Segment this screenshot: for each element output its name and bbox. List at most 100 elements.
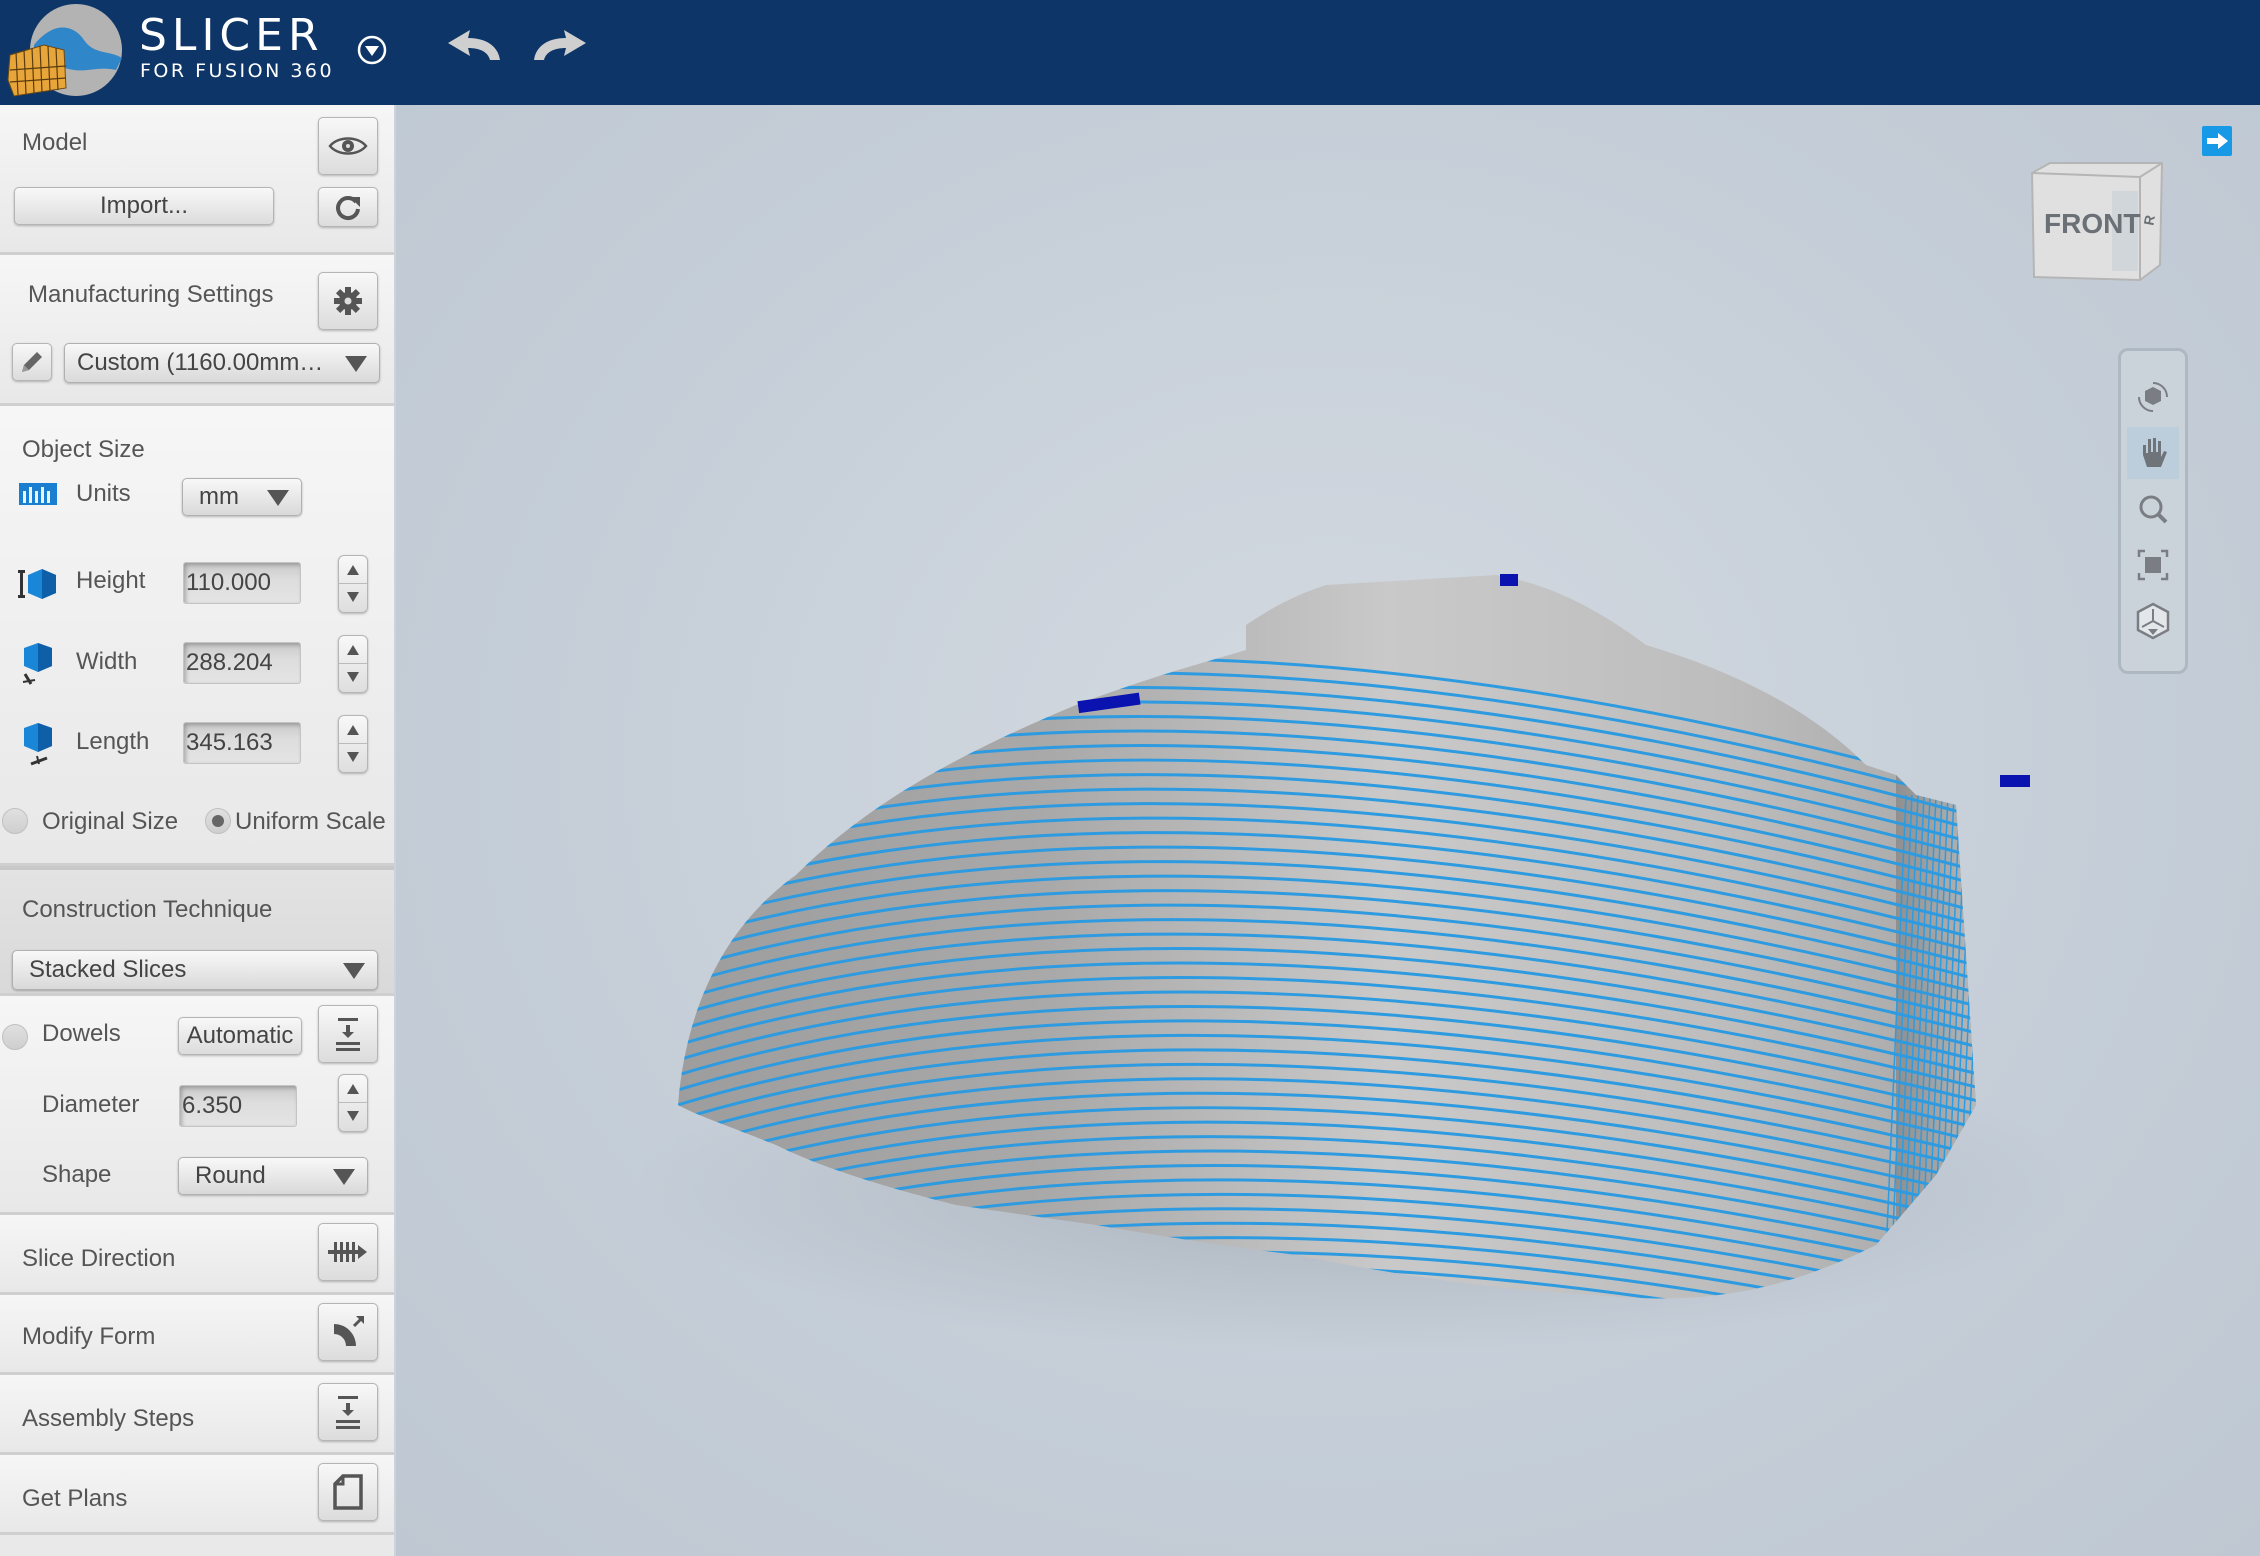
height-decrement-button[interactable] bbox=[339, 584, 367, 612]
get-plans-section[interactable]: Get Plans bbox=[0, 1455, 394, 1535]
diameter-decrement-button[interactable] bbox=[339, 1103, 367, 1131]
length-decrement-button[interactable] bbox=[339, 744, 367, 772]
chevron-down-icon bbox=[343, 963, 365, 979]
app-header: SLICER FOR FUSION 360 bbox=[0, 0, 2260, 105]
panel-toggle-button[interactable] bbox=[2202, 126, 2232, 156]
construction-technique-select[interactable]: Stacked Slices bbox=[12, 950, 378, 990]
dowels-label: Dowels bbox=[42, 1020, 121, 1047]
toggle-visibility-button[interactable] bbox=[318, 117, 378, 175]
pan-tool[interactable] bbox=[2127, 427, 2179, 479]
eye-icon bbox=[328, 137, 368, 155]
original-size-radio[interactable] bbox=[2, 808, 28, 834]
view-cube[interactable]: FRONT R bbox=[2030, 155, 2170, 290]
hand-pan-icon bbox=[2143, 438, 2167, 467]
sidebar: Model Import... Manufacturing Settings C… bbox=[0, 105, 396, 1556]
assembly-steps-icon bbox=[336, 1018, 360, 1051]
manufacturing-preset-select[interactable]: Custom (1160.00mm… bbox=[64, 343, 380, 383]
modify-form-section[interactable]: Modify Form bbox=[0, 1295, 394, 1375]
3d-viewport[interactable]: FRONT R bbox=[396, 105, 2260, 1556]
assembly-steps-section[interactable]: Assembly Steps bbox=[0, 1375, 394, 1455]
manufacturing-settings-button[interactable] bbox=[318, 272, 378, 330]
home-view-icon bbox=[2136, 602, 2170, 640]
construction-technique-value: Stacked Slices bbox=[29, 956, 187, 983]
width-icon bbox=[22, 643, 52, 685]
height-increment-button[interactable] bbox=[339, 556, 367, 584]
uniform-scale-radio[interactable] bbox=[205, 808, 231, 834]
units-value: mm bbox=[199, 483, 239, 510]
diameter-stepper[interactable] bbox=[338, 1074, 368, 1132]
length-icon bbox=[24, 723, 52, 766]
length-input[interactable] bbox=[183, 722, 301, 764]
object-size-title: Object Size bbox=[22, 436, 145, 463]
get-plans-label[interactable]: Get Plans bbox=[22, 1485, 127, 1513]
chevron-down-icon bbox=[345, 356, 367, 372]
diameter-increment-button[interactable] bbox=[339, 1075, 367, 1103]
width-stepper[interactable] bbox=[338, 635, 368, 693]
dowels-placement-button[interactable] bbox=[318, 1005, 378, 1063]
import-button[interactable]: Import... bbox=[14, 187, 274, 225]
length-stepper[interactable] bbox=[338, 715, 368, 773]
width-input[interactable] bbox=[183, 642, 301, 684]
slice-direction-label[interactable]: Slice Direction bbox=[22, 1245, 175, 1273]
construction-title: Construction Technique bbox=[22, 896, 273, 923]
dowel-shape-value: Round bbox=[195, 1162, 266, 1189]
assembly-steps-button[interactable] bbox=[318, 1383, 378, 1441]
original-size-label[interactable]: Original Size bbox=[42, 808, 178, 836]
dowel-shape-select[interactable]: Round bbox=[178, 1157, 368, 1195]
manufacturing-section: Manufacturing Settings Custom (1160.00mm… bbox=[0, 255, 394, 406]
undo-icon[interactable] bbox=[446, 28, 504, 64]
get-plans-button[interactable] bbox=[318, 1463, 378, 1521]
width-increment-button[interactable] bbox=[339, 636, 367, 664]
manufacturing-title: Manufacturing Settings bbox=[28, 281, 274, 308]
ruler-icon bbox=[19, 483, 57, 505]
gear-icon bbox=[334, 287, 362, 315]
chevron-down-icon bbox=[333, 1169, 355, 1185]
slice-direction-icon bbox=[328, 1242, 367, 1262]
sliced-model[interactable] bbox=[396, 105, 2260, 1556]
height-stepper[interactable] bbox=[338, 555, 368, 613]
viewcube-front-label[interactable]: FRONT bbox=[2044, 208, 2140, 239]
dowels-mode-button[interactable]: Automatic bbox=[178, 1017, 302, 1055]
assembly-steps-label[interactable]: Assembly Steps bbox=[22, 1405, 194, 1433]
pencil-icon bbox=[22, 352, 42, 372]
slice-direction-button[interactable] bbox=[318, 1223, 378, 1281]
fit-view-icon bbox=[2137, 549, 2169, 581]
uniform-scale-label[interactable]: Uniform Scale bbox=[235, 808, 386, 836]
chevron-down-icon bbox=[267, 490, 289, 506]
slice-direction-section[interactable]: Slice Direction bbox=[0, 1215, 394, 1295]
app-logo-icon bbox=[7, 4, 122, 97]
arrow-right-icon bbox=[2207, 133, 2228, 149]
orbit-tool[interactable] bbox=[2127, 371, 2179, 423]
modify-form-icon bbox=[334, 1315, 365, 1346]
menu-dropdown-icon[interactable] bbox=[356, 34, 388, 66]
height-label: Height bbox=[76, 567, 146, 594]
diameter-label: Diameter bbox=[42, 1091, 140, 1118]
length-label: Length bbox=[76, 728, 150, 755]
fit-to-view-tool[interactable] bbox=[2127, 539, 2179, 591]
width-decrement-button[interactable] bbox=[339, 664, 367, 692]
shape-label: Shape bbox=[42, 1161, 112, 1188]
units-label: Units bbox=[76, 480, 131, 507]
redo-icon[interactable] bbox=[530, 28, 588, 64]
refresh-icon bbox=[336, 196, 360, 221]
orbit-icon bbox=[2138, 382, 2168, 412]
units-select[interactable]: mm bbox=[182, 478, 302, 516]
construction-section: Construction Technique Stacked Slices bbox=[0, 866, 394, 996]
app-subtitle: FOR FUSION 360 bbox=[140, 60, 335, 82]
manufacturing-preset-value: Custom (1160.00mm… bbox=[77, 349, 324, 376]
dowels-toggle[interactable] bbox=[2, 1024, 28, 1050]
modify-form-button[interactable] bbox=[318, 1303, 378, 1361]
edit-preset-button[interactable] bbox=[12, 343, 52, 381]
model-title: Model bbox=[22, 129, 88, 156]
modify-form-label[interactable]: Modify Form bbox=[22, 1323, 155, 1351]
home-view-tool[interactable] bbox=[2127, 595, 2179, 647]
height-input[interactable] bbox=[183, 562, 301, 604]
app-title: SLICER bbox=[139, 10, 324, 61]
zoom-tool[interactable] bbox=[2127, 483, 2179, 535]
object-size-section: Object Size Units mm Height Width bbox=[0, 406, 394, 866]
reload-button[interactable] bbox=[318, 187, 378, 227]
length-increment-button[interactable] bbox=[339, 716, 367, 744]
get-plans-icon bbox=[333, 1474, 363, 1510]
assembly-steps-icon bbox=[336, 1396, 360, 1429]
diameter-input[interactable] bbox=[179, 1085, 297, 1127]
